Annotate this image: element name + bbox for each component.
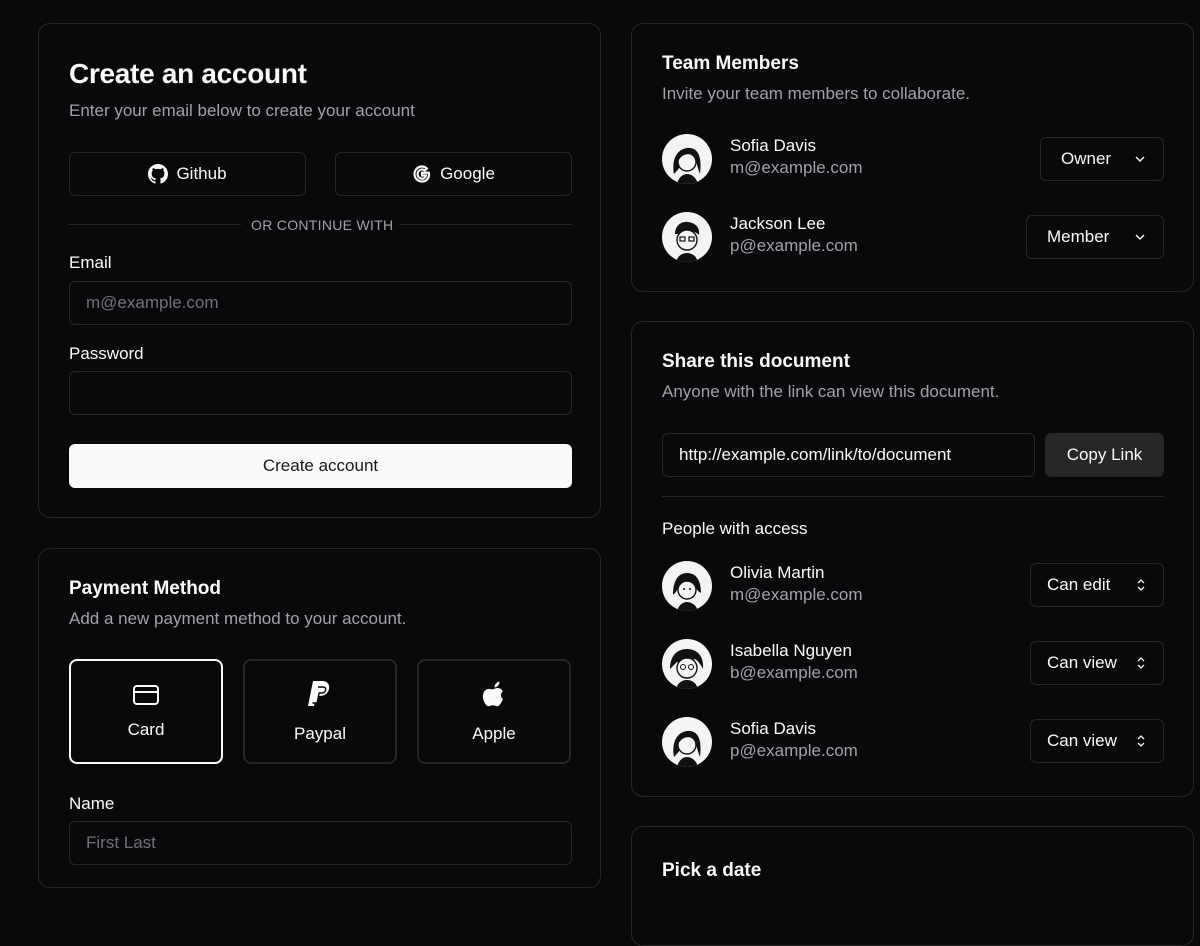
github-button[interactable]: Github: [69, 152, 306, 196]
person-name: Sofia Davis: [730, 719, 816, 738]
member-email: m@example.com: [730, 158, 863, 177]
share-divider: [662, 496, 1164, 497]
payment-method-card: Payment Method Add a new payment method …: [38, 548, 601, 888]
or-continue-with: OR CONTINUE WITH: [251, 217, 394, 233]
people-with-access-heading: People with access: [662, 519, 808, 538]
password-field[interactable]: [69, 371, 572, 415]
chevron-down-icon: [1133, 152, 1147, 166]
copy-link-button[interactable]: Copy Link: [1045, 433, 1164, 477]
chevron-up-down-icon: [1135, 577, 1147, 593]
person-name: Isabella Nguyen: [730, 641, 852, 660]
payment-option-paypal[interactable]: Paypal: [243, 659, 397, 764]
chevron-up-down-icon: [1135, 655, 1147, 671]
team-title: Team Members: [662, 53, 799, 74]
create-account-button[interactable]: Create account: [69, 444, 572, 488]
create-account-subtitle: Enter your email below to create your ac…: [69, 101, 415, 120]
payment-option-label: Card: [127, 719, 165, 739]
google-button[interactable]: Google: [335, 152, 572, 196]
credit-card-icon: [132, 684, 160, 706]
share-subtitle: Anyone with the link can view this docum…: [662, 382, 1000, 401]
email-label: Email: [69, 253, 112, 272]
chevron-down-icon: [1133, 230, 1147, 244]
person-email: b@example.com: [730, 663, 858, 682]
payment-option-label: Paypal: [294, 723, 346, 743]
access-select-value: Can view: [1047, 731, 1117, 750]
avatar: [662, 561, 712, 611]
name-label: Name: [69, 794, 115, 813]
github-icon: [148, 164, 169, 184]
role-select-member[interactable]: Member: [1026, 215, 1164, 259]
divider-right: [399, 224, 572, 225]
access-select[interactable]: Can view: [1030, 641, 1164, 685]
avatar: [662, 717, 712, 767]
person-name: Olivia Martin: [730, 563, 825, 582]
create-account-card: Create an account Enter your email below…: [38, 23, 601, 518]
password-label: Password: [69, 344, 144, 363]
share-link-input[interactable]: http://example.com/link/to/document: [662, 433, 1035, 477]
payment-option-apple[interactable]: Apple: [417, 659, 571, 764]
create-account-title: Create an account: [69, 58, 307, 89]
avatar: [662, 134, 712, 184]
person-email: p@example.com: [730, 741, 858, 760]
github-label: Github: [176, 164, 227, 183]
team-subtitle: Invite your team members to collaborate.: [662, 84, 971, 103]
avatar: [662, 639, 712, 689]
share-title: Share this document: [662, 351, 850, 372]
pick-date-title: Pick a date: [662, 860, 762, 881]
chevron-up-down-icon: [1135, 733, 1147, 749]
divider-left: [69, 224, 241, 225]
access-select-value: Can view: [1047, 653, 1117, 672]
share-document-card: Share this document Anyone with the link…: [631, 321, 1194, 797]
payment-option-card[interactable]: Card: [69, 659, 223, 764]
email-field[interactable]: m@example.com: [69, 281, 572, 325]
role-select-value: Member: [1047, 227, 1110, 246]
name-field[interactable]: First Last: [69, 821, 572, 865]
team-members-card: Team Members Invite your team members to…: [631, 23, 1194, 292]
person-email: m@example.com: [730, 585, 863, 604]
paypal-icon: [307, 680, 333, 710]
google-icon: [412, 164, 432, 184]
pick-date-card: Pick a date: [631, 826, 1194, 946]
member-name: Sofia Davis: [730, 136, 816, 155]
avatar: [662, 212, 712, 262]
apple-icon: [481, 680, 507, 710]
access-select[interactable]: Can edit: [1030, 563, 1164, 607]
access-select-value: Can edit: [1047, 575, 1111, 594]
payment-option-label: Apple: [472, 723, 516, 743]
payment-subtitle: Add a new payment method to your account…: [69, 609, 407, 628]
access-select[interactable]: Can view: [1030, 719, 1164, 763]
member-email: p@example.com: [730, 236, 858, 255]
role-select-owner[interactable]: Owner: [1040, 137, 1164, 181]
member-name: Jackson Lee: [730, 214, 826, 233]
google-label: Google: [440, 164, 495, 183]
role-select-value: Owner: [1061, 149, 1112, 168]
payment-title: Payment Method: [69, 578, 222, 599]
